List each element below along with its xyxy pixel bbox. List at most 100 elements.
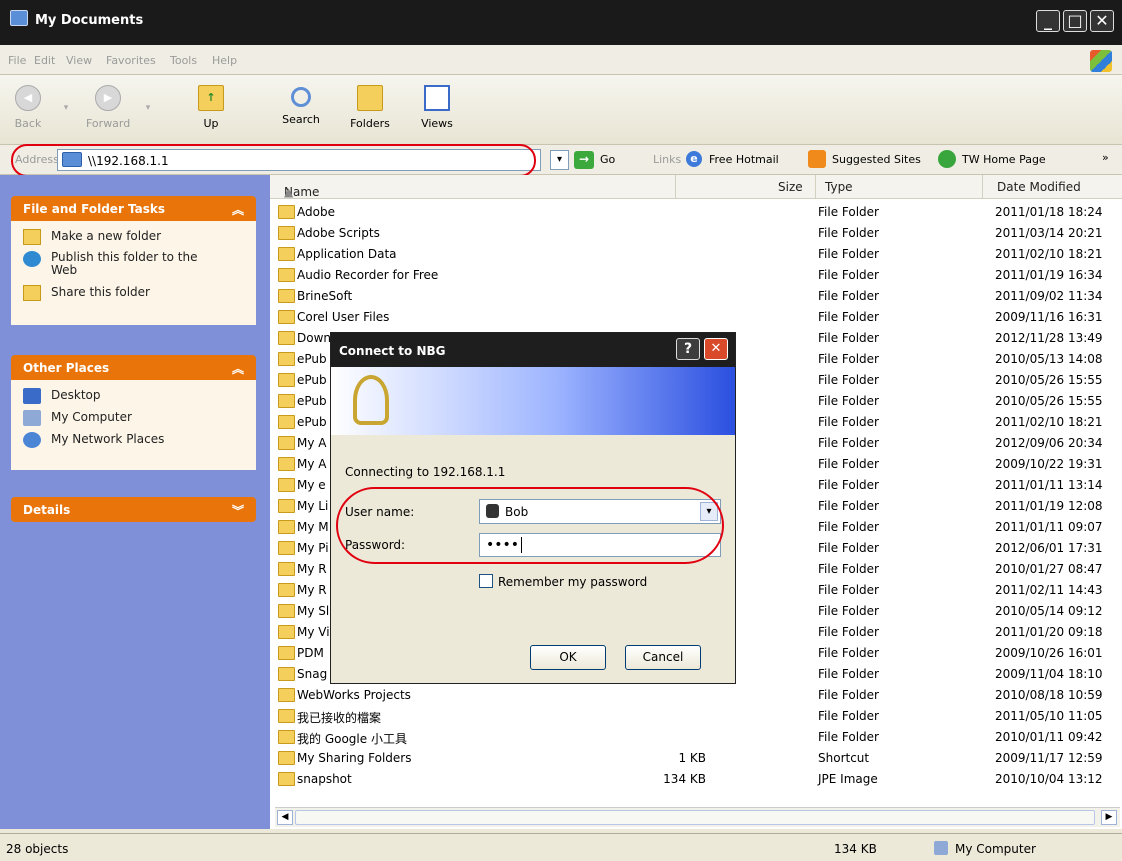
address-highlight-oval	[11, 144, 536, 177]
task-make-new-folder[interactable]: Make a new folder	[23, 229, 244, 251]
table-row[interactable]: Application Data File Folder 2011/02/10 18…	[270, 244, 1122, 265]
back-dropdown-icon[interactable]: ▾	[56, 103, 76, 113]
folder-icon	[278, 541, 295, 555]
scroll-left-icon[interactable]: ◀	[277, 810, 293, 825]
dialog-close-button[interactable]: ✕	[704, 338, 728, 360]
file-type: Shortcut	[818, 751, 870, 765]
file-size: 134 KB	[663, 772, 706, 786]
scrollbar-thumb[interactable]	[295, 810, 1095, 825]
window-title: My Documents	[35, 13, 144, 28]
file-date: 2010/01/11 09:42	[995, 730, 1103, 744]
file-type: File Folder	[818, 331, 879, 345]
menu-view[interactable]: View	[66, 54, 92, 67]
back-arrow-icon: ◀	[15, 85, 41, 111]
go-button[interactable]: Go	[600, 153, 615, 166]
file-date: 2011/09/02 11:34	[995, 289, 1103, 303]
file-date: 2012/11/28 13:49	[995, 331, 1103, 345]
file-name: 我已接收的檔案	[297, 711, 382, 725]
status-location: My Computer	[955, 842, 1036, 856]
file-type: File Folder	[818, 310, 879, 324]
table-row[interactable]: Adobe File Folder 2011/01/18 18:24	[270, 202, 1122, 223]
file-type: File Folder	[818, 415, 879, 429]
file-type: File Folder	[818, 562, 879, 576]
file-date: 2009/11/17 12:59	[995, 751, 1103, 765]
folders-button[interactable]: Folders	[345, 85, 395, 130]
up-folder-icon: ↑	[198, 85, 224, 111]
search-button[interactable]: Search	[276, 85, 326, 126]
remember-password-checkbox[interactable]	[479, 574, 493, 588]
file-name: My Vi	[297, 625, 330, 639]
file-date: 2011/01/11 13:14	[995, 478, 1103, 492]
new-folder-icon	[23, 229, 41, 245]
back-button[interactable]: ◀ Back	[8, 85, 48, 130]
table-row[interactable]: WebWorks Projects File Folder 2010/08/18 1…	[270, 685, 1122, 706]
file-name: ePub	[297, 415, 327, 429]
file-type: File Folder	[818, 730, 879, 744]
menu-favorites[interactable]: Favorites	[106, 54, 156, 67]
place-my-network-places[interactable]: My Network Places	[23, 432, 244, 454]
go-arrow-icon[interactable]: →	[574, 151, 594, 169]
forward-arrow-icon: ▶	[95, 85, 121, 111]
horizontal-scrollbar[interactable]: ◀ ▶	[275, 807, 1120, 827]
file-type: File Folder	[818, 646, 879, 660]
task-publish-folder[interactable]: Publish this folder to the Web	[23, 251, 244, 285]
help-button[interactable]: ?	[676, 338, 700, 360]
table-row[interactable]: My Sharing Folders 1 KB Shortcut 2009/11/17…	[270, 748, 1122, 769]
table-row[interactable]: BrineSoft File Folder 2011/09/02 11:34	[270, 286, 1122, 307]
place-desktop[interactable]: Desktop	[23, 388, 244, 410]
forward-button[interactable]: ▶ Forward	[86, 85, 130, 130]
explorer-window: My Documents _ □ ✕ File Edit View Favori…	[0, 0, 1122, 861]
file-type: File Folder	[818, 709, 879, 723]
other-places-header[interactable]: Other Places ︽	[11, 355, 256, 380]
computer-icon	[23, 410, 41, 426]
folder-icon	[278, 520, 295, 534]
maximize-button[interactable]: □	[1063, 10, 1087, 32]
file-folder-tasks-header[interactable]: File and Folder Tasks ︽	[11, 196, 256, 221]
table-row[interactable]: 我的 Google 小工具 File Folder 2010/01/11 09:42	[270, 727, 1122, 748]
details-header[interactable]: Details ︾	[11, 497, 256, 522]
place-my-computer[interactable]: My Computer	[23, 410, 244, 432]
file-name: My e	[297, 478, 326, 492]
cancel-button[interactable]: Cancel	[625, 645, 701, 670]
other-places-panel: Desktop My Computer My Network Places	[11, 380, 256, 470]
file-name: My Pi	[297, 541, 329, 555]
task-share-folder[interactable]: Share this folder	[23, 285, 244, 307]
suggested-sites-icon	[808, 150, 826, 168]
ok-button[interactable]: OK	[530, 645, 606, 670]
close-button[interactable]: ✕	[1090, 10, 1114, 32]
file-name: ePub	[297, 373, 327, 387]
column-size[interactable]: Size	[778, 180, 803, 194]
folder-icon	[278, 289, 295, 303]
table-row[interactable]: snapshot 134 KB JPE Image 2010/10/04 13:12	[270, 769, 1122, 790]
windows-logo-icon	[1090, 50, 1112, 72]
links-overflow-icon[interactable]: »	[1102, 151, 1109, 164]
table-row[interactable]: Corel User Files File Folder 2009/11/16 16…	[270, 307, 1122, 328]
table-row[interactable]: Adobe Scripts File Folder 2011/03/14 20:21	[270, 223, 1122, 244]
views-button[interactable]: Views	[412, 85, 462, 130]
column-date-modified[interactable]: Date Modified	[997, 180, 1081, 194]
table-row[interactable]: 我已接收的檔案 File Folder 2011/05/10 11:05	[270, 706, 1122, 727]
address-dropdown-icon[interactable]: ▾	[550, 150, 569, 170]
menu-file[interactable]: File	[8, 54, 26, 67]
file-type: File Folder	[818, 247, 879, 261]
forward-dropdown-icon[interactable]: ▾	[138, 103, 158, 113]
scroll-right-icon[interactable]: ▶	[1101, 810, 1117, 825]
link-suggested-sites[interactable]: Suggested Sites	[832, 153, 921, 166]
folder-icon	[278, 709, 295, 723]
file-name: My R	[297, 583, 327, 597]
status-object-count: 28 objects	[6, 842, 69, 856]
file-name: ePub	[297, 394, 327, 408]
file-type: File Folder	[818, 625, 879, 639]
file-type: File Folder	[818, 289, 879, 303]
folder-icon	[278, 436, 295, 450]
image-file-icon	[278, 772, 295, 786]
link-free-hotmail[interactable]: Free Hotmail	[709, 153, 779, 166]
minimize-button[interactable]: _	[1036, 10, 1060, 32]
link-tw-home-page[interactable]: TW Home Page	[962, 153, 1046, 166]
menu-tools[interactable]: Tools	[170, 54, 197, 67]
column-type[interactable]: Type	[825, 180, 853, 194]
menu-edit[interactable]: Edit	[34, 54, 55, 67]
up-button[interactable]: ↑ Up	[196, 85, 226, 130]
menu-help[interactable]: Help	[212, 54, 237, 67]
table-row[interactable]: Audio Recorder for Free File Folder 2011/0…	[270, 265, 1122, 286]
